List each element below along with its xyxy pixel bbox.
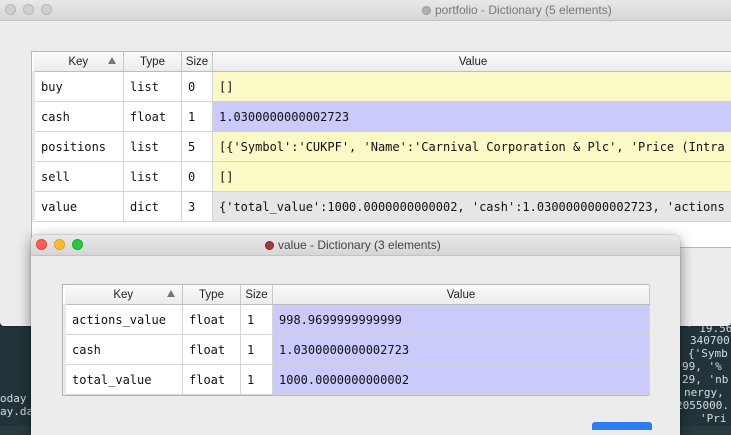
column-header-value[interactable]: Value bbox=[213, 52, 731, 72]
table-row[interactable]: positions list 5 [{'Symbol':'CUKPF', 'Na… bbox=[34, 132, 731, 162]
key-cell[interactable]: positions bbox=[34, 132, 124, 162]
key-cell[interactable]: sell bbox=[34, 162, 124, 192]
sort-ascending-icon bbox=[167, 290, 175, 297]
key-cell[interactable]: value bbox=[34, 192, 124, 222]
type-cell[interactable]: float bbox=[124, 102, 182, 132]
value-cell[interactable]: 1.0300000000002723 bbox=[213, 102, 731, 132]
size-cell[interactable]: 1 bbox=[182, 102, 213, 132]
column-header-size[interactable]: Size bbox=[182, 52, 213, 72]
size-cell[interactable]: 3 bbox=[182, 192, 213, 222]
terminal-line: 99, '% bbox=[682, 360, 722, 373]
type-cell[interactable]: float bbox=[183, 305, 241, 335]
table-row[interactable]: cash float 1 1.0300000000002723 bbox=[65, 335, 650, 365]
size-cell[interactable]: 1 bbox=[241, 305, 273, 335]
value-dictionary-window: value - Dictionary (3 elements) Key Type… bbox=[31, 235, 680, 435]
table-row[interactable]: sell list 0 [] bbox=[34, 162, 731, 192]
key-cell[interactable]: total_value bbox=[65, 365, 183, 395]
size-cell[interactable]: 0 bbox=[182, 162, 213, 192]
type-cell[interactable]: dict bbox=[124, 192, 182, 222]
value-cell[interactable]: [{'Symbol':'CUKPF', 'Name':'Carnival Cor… bbox=[213, 132, 731, 162]
app-icon bbox=[265, 241, 274, 250]
size-cell[interactable]: 1 bbox=[241, 335, 273, 365]
size-cell[interactable]: 5 bbox=[182, 132, 213, 162]
key-cell[interactable]: buy bbox=[34, 72, 124, 102]
window-title-text: portfolio - Dictionary (5 elements) bbox=[435, 3, 612, 17]
column-header-key[interactable]: Key bbox=[34, 52, 124, 72]
value-cell[interactable]: {'total_value':1000.0000000000002, 'cash… bbox=[213, 192, 731, 222]
terminal-line: nergy, bbox=[684, 386, 724, 399]
value-cell[interactable]: [] bbox=[213, 162, 731, 192]
minimize-button[interactable] bbox=[23, 4, 34, 15]
type-cell[interactable]: float bbox=[183, 335, 241, 365]
window-titlebar[interactable]: value - Dictionary (3 elements) bbox=[31, 235, 680, 256]
table-row[interactable]: actions_value float 1 998.9699999999999 bbox=[65, 305, 650, 335]
column-header-key-label: Key bbox=[68, 56, 88, 68]
minimize-button[interactable] bbox=[54, 239, 65, 250]
type-cell[interactable]: list bbox=[124, 132, 182, 162]
type-cell[interactable]: list bbox=[124, 162, 182, 192]
window-title: value - Dictionary (3 elements) bbox=[265, 238, 441, 252]
key-cell[interactable]: cash bbox=[65, 335, 183, 365]
type-cell[interactable]: float bbox=[183, 365, 241, 395]
default-action-button[interactable] bbox=[592, 422, 652, 430]
terminal-line: {'Symb bbox=[688, 347, 728, 360]
column-header-type[interactable]: Type bbox=[124, 52, 182, 72]
type-cell[interactable]: list bbox=[124, 72, 182, 102]
zoom-button[interactable] bbox=[41, 4, 52, 15]
value-cell[interactable]: [] bbox=[213, 72, 731, 102]
terminal-line: ay.da bbox=[0, 405, 33, 418]
sort-ascending-icon bbox=[108, 57, 116, 64]
terminal-line: 'Pri bbox=[700, 412, 727, 425]
column-header-type[interactable]: Type bbox=[183, 285, 241, 305]
size-cell[interactable]: 0 bbox=[182, 72, 213, 102]
close-button[interactable] bbox=[5, 4, 16, 15]
terminal-line: 2055000. bbox=[676, 399, 729, 412]
window-title-text: value - Dictionary (3 elements) bbox=[278, 238, 441, 252]
dictionary-table: Key Type Size Value buy list 0 [] cash f… bbox=[32, 52, 731, 222]
dictionary-table-container: Key Type Size Value buy list 0 [] cash f… bbox=[31, 51, 731, 248]
value-cell[interactable]: 998.9699999999999 bbox=[273, 305, 650, 335]
value-cell[interactable]: 1.0300000000002723 bbox=[273, 335, 650, 365]
table-header-row: Key Type Size Value bbox=[34, 52, 731, 72]
table-row[interactable]: buy list 0 [] bbox=[34, 72, 731, 102]
size-cell[interactable]: 1 bbox=[241, 365, 273, 395]
key-cell[interactable]: actions_value bbox=[65, 305, 183, 335]
column-header-size[interactable]: Size bbox=[241, 285, 273, 305]
column-header-key-label: Key bbox=[113, 289, 133, 301]
zoom-button[interactable] bbox=[72, 239, 83, 250]
value-cell[interactable]: 1000.0000000000002 bbox=[273, 365, 650, 395]
table-header-row: Key Type Size Value bbox=[65, 285, 650, 305]
dictionary-table-container: Key Type Size Value actions_value float … bbox=[62, 284, 649, 396]
window-titlebar[interactable]: portfolio - Dictionary (5 elements) bbox=[0, 0, 731, 21]
terminal-line: 29, 'nb bbox=[682, 373, 728, 386]
close-button[interactable] bbox=[36, 239, 47, 250]
dictionary-table: Key Type Size Value actions_value float … bbox=[63, 285, 650, 395]
terminal-line: 340700 bbox=[690, 334, 730, 347]
terminal-line: oday bbox=[0, 392, 27, 405]
app-icon bbox=[422, 6, 431, 15]
table-row[interactable]: total_value float 1 1000.0000000000002 bbox=[65, 365, 650, 395]
key-cell[interactable]: cash bbox=[34, 102, 124, 132]
column-header-key[interactable]: Key bbox=[65, 285, 183, 305]
window-title: portfolio - Dictionary (5 elements) bbox=[422, 3, 612, 17]
column-header-value[interactable]: Value bbox=[273, 285, 650, 305]
table-row[interactable]: value dict 3 {'total_value':1000.0000000… bbox=[34, 192, 731, 222]
table-row[interactable]: cash float 1 1.0300000000002723 bbox=[34, 102, 731, 132]
